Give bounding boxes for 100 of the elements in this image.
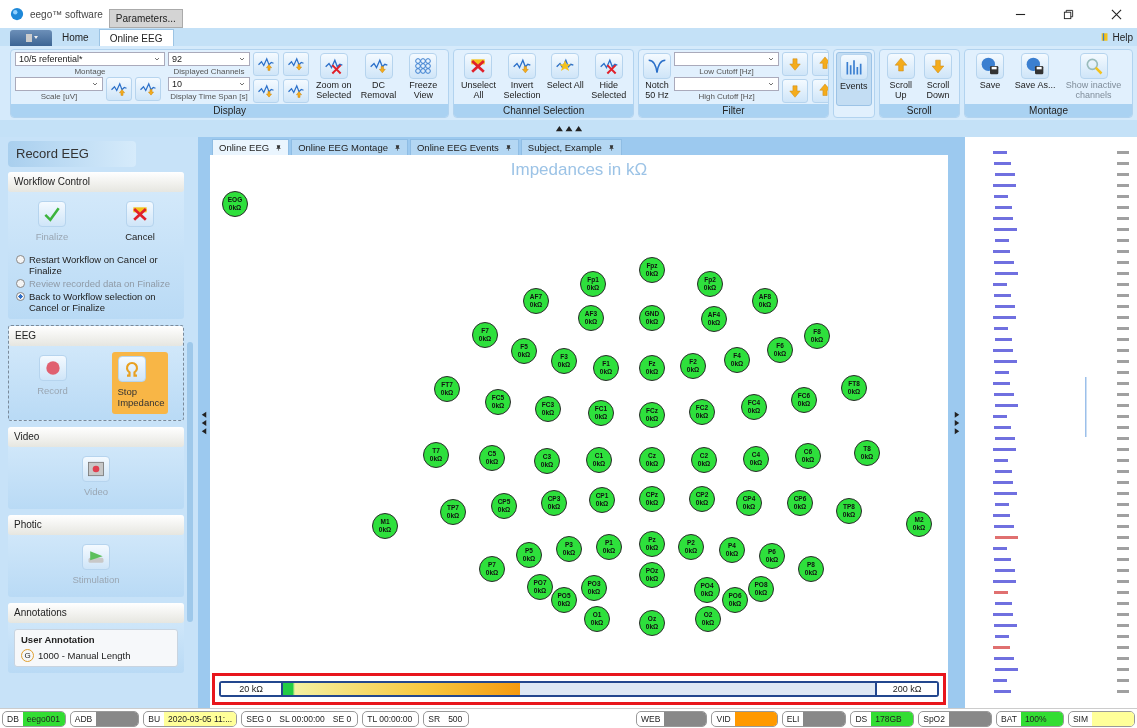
document-tab[interactable]: Online EEG: [212, 139, 290, 155]
status-label: BU: [148, 713, 161, 724]
caret-icon: [91, 80, 99, 88]
ribbon-button[interactable]: Save As...: [1014, 52, 1057, 90]
film-icon: [86, 459, 106, 479]
ribbon-button[interactable]: Hide Selected: [588, 52, 630, 100]
channels-dropdown[interactable]: 92: [168, 52, 250, 66]
wave-arrow-icon: [368, 56, 389, 76]
scale-up-button[interactable]: [106, 77, 132, 101]
pin-icon: [607, 144, 615, 151]
ribbon-button[interactable]: Scroll Down: [920, 52, 956, 100]
annotation-item[interactable]: 1000 - Manual Length: [38, 650, 131, 661]
help-link[interactable]: Help: [1100, 31, 1137, 43]
cutoff-button[interactable]: [782, 52, 809, 76]
document-tab[interactable]: Online EEG Events: [409, 139, 519, 155]
scrollbar[interactable]: [187, 342, 193, 622]
parameters-tab[interactable]: Parameters...: [108, 9, 183, 28]
grid-icon: [413, 56, 434, 76]
pin-icon: [504, 144, 512, 151]
montage-dropdown[interactable]: 10/5 referential*: [15, 52, 165, 66]
low-cutoff-dropdown[interactable]: [674, 52, 780, 66]
time-span-dropdown[interactable]: 10: [168, 77, 250, 91]
pin-icon: [393, 144, 401, 151]
document-tab[interactable]: Online EEG Montage: [291, 139, 408, 155]
wave-cross-icon: [598, 56, 619, 76]
group-title: Scroll: [879, 104, 960, 117]
high-cutoff-dropdown[interactable]: [674, 77, 780, 91]
status-text: SR: [428, 713, 441, 724]
status-indicator: 100%: [1020, 711, 1063, 726]
wave-arrow-icon: [139, 80, 157, 98]
section-header: Photic: [8, 515, 184, 535]
status-indicator: eego001: [22, 711, 65, 726]
group-title: Filter: [639, 104, 828, 117]
panel-button[interactable]: Cancel: [112, 198, 168, 248]
ribbon-button[interactable]: DC Removal: [357, 52, 400, 100]
ribbon-button[interactable]: Events: [835, 52, 872, 106]
radio-option[interactable]: Back to Workflow selection on Cancel or Finalize: [16, 291, 178, 313]
ribbon-tab[interactable]: Online EEG: [98, 29, 174, 46]
status-label: ELI: [786, 713, 800, 724]
wave-arrow-icon: [287, 55, 305, 73]
display-tool-button[interactable]: [253, 79, 279, 103]
field-label: Low Cutoff [Hz]: [699, 66, 754, 77]
status-label: BAT: [1000, 713, 1017, 724]
field-label: High Cutoff [Hz]: [698, 91, 755, 102]
ribbon-button[interactable]: Save: [969, 52, 1012, 90]
globe-disk-icon: [980, 56, 1001, 76]
field-label: Montage: [74, 66, 106, 77]
wave-cross-icon: [323, 56, 344, 76]
display-tool-button[interactable]: [253, 52, 279, 76]
ribbon-button[interactable]: Freeze View: [402, 52, 445, 100]
document-tab[interactable]: Subject, Example: [520, 139, 622, 155]
close-icon: [1110, 8, 1122, 20]
group-title: Display: [11, 104, 449, 117]
status-label: DS: [855, 713, 868, 724]
scale-down-button[interactable]: [135, 77, 161, 101]
wave-arrow-icon: [257, 82, 275, 100]
status-text: SEG 0: [246, 713, 272, 724]
app-menu-button[interactable]: [10, 30, 52, 46]
caret-icon: [153, 55, 161, 63]
scale-dropdown[interactable]: [15, 77, 103, 91]
plot-title: Impedances in kΩ: [509, 159, 649, 180]
group-title: Channel Selection: [454, 104, 634, 117]
status-label: ADB: [74, 713, 93, 724]
collapse-icon[interactable]: [553, 125, 584, 132]
field-label: Scale [uV]: [40, 91, 78, 102]
ribbon-button[interactable]: Scroll Up: [883, 52, 918, 100]
status-indicator: 178GB: [871, 711, 914, 726]
status-label: DB: [7, 713, 19, 724]
panel-button[interactable]: Stop Impedance: [111, 352, 168, 414]
ribbon-button[interactable]: Select All: [545, 52, 586, 90]
status-text: TL 00:00:00: [367, 713, 413, 724]
group-title: Montage: [965, 104, 1132, 117]
caret-icon: [238, 80, 246, 88]
radio-option[interactable]: Restart Workflow on Cancel or Finalize: [16, 254, 178, 276]
ribbon-button[interactable]: Unselect All: [458, 52, 499, 100]
wave-arrow-icon: [110, 80, 128, 98]
status-label: SpO2: [923, 713, 945, 724]
window-title: eego™ software: [30, 8, 103, 20]
cutoff-button[interactable]: [782, 79, 809, 103]
section-header: EEG: [9, 326, 183, 346]
display-tool-button[interactable]: [283, 52, 309, 76]
caret-icon: [238, 55, 246, 63]
pin-icon: [275, 144, 283, 151]
status-indicator: 2020-03-05 11:...: [164, 711, 237, 726]
wave-arrow-icon: [287, 82, 305, 100]
section-header: Video: [8, 427, 184, 447]
section-header: Annotations: [8, 603, 184, 623]
ribbon-tab[interactable]: Home: [52, 29, 99, 46]
ribbon-button[interactable]: Invert Selection: [501, 52, 543, 100]
caret-icon: [767, 80, 776, 88]
book-icon: [1100, 32, 1111, 42]
display-tool-button[interactable]: [283, 79, 309, 103]
globe-disk-icon: [1025, 56, 1046, 76]
wave-arrow-icon: [511, 56, 532, 76]
ribbon-button[interactable]: Zoom on Selected: [313, 52, 355, 100]
restore-icon: [1062, 8, 1074, 20]
caret-icon: [767, 55, 776, 63]
field-label: Display Time Span [s]: [170, 91, 248, 102]
status-label: SIM: [1072, 713, 1088, 724]
section-header: Workflow Control: [8, 172, 184, 192]
